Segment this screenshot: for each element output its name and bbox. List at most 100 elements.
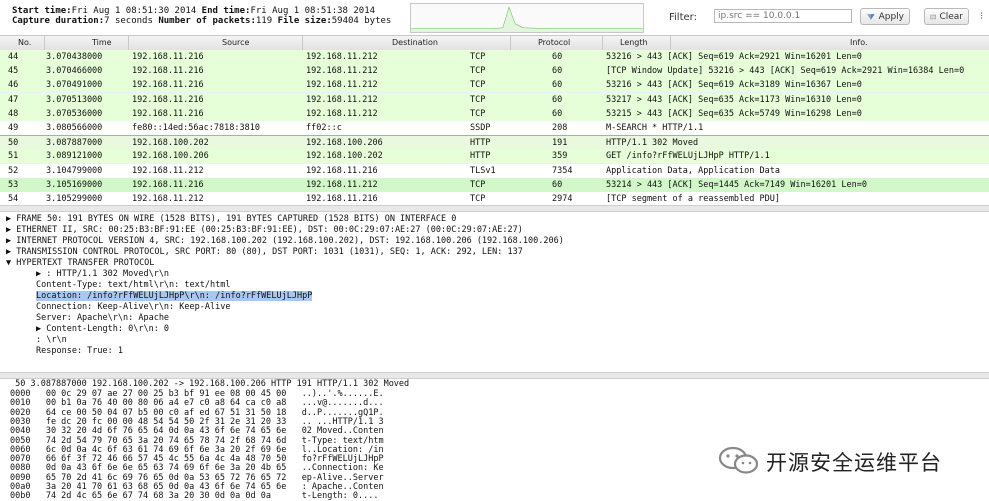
tree-tcp[interactable]: ▶ TRANSMISSION CONTROL PROTOCOL, SRC POR… xyxy=(6,247,523,257)
filesize-label: File size: xyxy=(277,16,332,26)
row-info: 53214 > 443 [ACK] Seq=1445 Ack=7149 Win=… xyxy=(606,179,867,190)
row-destination: 192.168.11.212 xyxy=(306,66,378,77)
capture-stats: Capture duration:7 seconds Number of pac… xyxy=(12,16,391,26)
hex-line[interactable]: 00b0 74 2d 4c 65 6e 67 74 68 3a 20 30 0d… xyxy=(10,491,378,501)
packet-row[interactable]: 46 3.070491000 192.168.11.216 192.168.11.21… xyxy=(0,78,989,94)
row-no: 49 xyxy=(8,123,19,133)
row-no: 54 xyxy=(8,194,19,204)
tcp-text: TRANSMISSION CONTROL PROTOCOL, SRC PORT:… xyxy=(16,247,523,257)
row-destination: 192.168.11.212 xyxy=(306,80,378,91)
apply-icon xyxy=(866,13,875,20)
row-destination: 192.168.11.212 xyxy=(306,108,378,119)
row-length: 191 xyxy=(552,138,568,149)
row-info: GET /info?rFfWELUjLJHpP HTTP/1.1 xyxy=(606,151,770,162)
filter-input[interactable] xyxy=(714,9,852,23)
http-status-line[interactable]: ▶ : HTTP/1.1 302 Moved\r\n xyxy=(36,269,169,279)
row-source: 192.168.11.212 xyxy=(132,165,204,176)
row-protocol: TCP xyxy=(470,52,486,62)
row-source: 192.168.11.216 xyxy=(132,108,204,119)
packets-value: 119 xyxy=(255,16,273,26)
col-protocol[interactable]: Protocol xyxy=(538,38,570,47)
row-no: 46 xyxy=(8,80,19,91)
tree-http[interactable]: ▼ HYPERTEXT TRANSFER PROTOCOL xyxy=(6,258,154,268)
row-protocol: TCP xyxy=(470,194,486,204)
packet-row[interactable]: 52 3.104799000 192.168.11.212 192.168.11.21… xyxy=(0,163,989,179)
http-response-flag[interactable]: Response: True: 1 xyxy=(36,346,123,356)
row-time: 3.104799000 xyxy=(46,165,103,176)
tree-frame[interactable]: ▶ FRAME 50: 191 BYTES ON WIRE (1528 BITS… xyxy=(6,214,456,224)
filesize-value: 59404 bytes xyxy=(331,16,392,26)
row-length: 208 xyxy=(552,123,568,133)
col-destination[interactable]: Destination xyxy=(392,38,438,47)
row-no: 52 xyxy=(8,165,19,176)
start-time-value: Fri Aug 1 08:51:30 2014 xyxy=(71,6,197,16)
row-source: 192.168.11.212 xyxy=(132,194,204,204)
packet-row[interactable]: 51 3.089121000 192.168.100.206 192.168.100.… xyxy=(0,149,989,165)
apply-button[interactable]: Apply xyxy=(860,8,910,25)
http-crlf[interactable]: : \r\n xyxy=(36,335,67,345)
row-time: 3.070536000 xyxy=(46,108,103,119)
row-info: HTTP/1.1 302 Moved xyxy=(606,138,699,149)
row-length: 60 xyxy=(552,52,563,62)
row-protocol: TCP xyxy=(470,94,486,105)
row-time: 3.089121000 xyxy=(46,151,103,162)
row-source: 192.168.11.216 xyxy=(132,94,204,105)
packet-row[interactable]: 47 3.070513000 192.168.11.216 192.168.11.21… xyxy=(0,92,989,108)
traffic-sparkline xyxy=(410,3,644,33)
more-options-icon[interactable]: ⁝ xyxy=(980,11,983,22)
http-content-length[interactable]: ▶ Content-Length: 0\r\n: 0 xyxy=(36,324,169,334)
row-protocol: HTTP xyxy=(470,138,491,149)
col-no[interactable]: No. xyxy=(18,38,31,47)
clear-button[interactable]: Clear xyxy=(924,8,969,25)
row-time: 3.070438000 xyxy=(46,52,103,62)
end-time-value: Fri Aug 1 08:51:38 2014 xyxy=(250,6,376,16)
row-destination: 192.168.11.216 xyxy=(306,165,378,176)
packet-details-pane: ▶ FRAME 50: 191 BYTES ON WIRE (1528 BITS… xyxy=(0,214,989,374)
packet-row[interactable]: 49 3.080566000 fe80::14ed:56ac:7818:3810 ff… xyxy=(0,121,989,136)
duration-label: Capture duration: xyxy=(12,16,105,26)
row-time: 3.087887000 xyxy=(46,138,103,149)
tree-ip[interactable]: ▶ INTERNET PROTOCOL VERSION 4, SRC: 192.… xyxy=(6,236,564,246)
apply-label: Apply xyxy=(878,11,904,22)
http-content-type[interactable]: Content-Type: text/html\r\n: text/html xyxy=(36,280,230,290)
packet-row[interactable]: 45 3.070466000 192.168.11.216 192.168.11.21… xyxy=(0,64,989,80)
col-source[interactable]: Source xyxy=(222,38,249,47)
row-source: 192.168.11.216 xyxy=(132,80,204,91)
row-no: 51 xyxy=(8,151,19,162)
row-protocol: TCP xyxy=(470,108,486,119)
col-info[interactable]: Info. xyxy=(850,38,868,47)
row-length: 7354 xyxy=(552,165,573,176)
packet-row[interactable]: 53 3.105169000 192.168.11.216 192.168.11.21… xyxy=(0,177,989,193)
duration-value: 7 seconds xyxy=(104,16,153,26)
end-time-label: End time: xyxy=(201,6,251,16)
row-length: 359 xyxy=(552,151,568,162)
packet-row[interactable]: 48 3.070536000 192.168.11.216 192.168.11.21… xyxy=(0,106,989,122)
row-time: 3.080566000 xyxy=(46,123,103,133)
ip-text: INTERNET PROTOCOL VERSION 4, SRC: 192.16… xyxy=(16,236,564,246)
row-source: 192.168.100.206 xyxy=(132,151,209,162)
row-info: 53215 > 443 [ACK] Seq=635 Ack=5749 Win=1… xyxy=(606,108,862,119)
row-protocol: TLSv1 xyxy=(470,165,496,176)
pane-splitter-bottom[interactable] xyxy=(0,372,989,379)
pane-splitter-top[interactable] xyxy=(0,205,989,212)
col-length[interactable]: Length xyxy=(620,38,648,47)
http-connection[interactable]: Connection: Keep-Alive\r\n: Keep-Alive xyxy=(36,302,230,312)
http-location[interactable]: Location: /info?rFfWELUjLJHpP\r\n: /info… xyxy=(36,291,313,301)
row-source: 192.168.11.216 xyxy=(132,66,204,77)
row-no: 47 xyxy=(8,94,19,105)
tree-ethernet[interactable]: ▶ ETHERNET II, SRC: 00:25:B3:BF:91:EE (0… xyxy=(6,225,523,235)
row-time: 3.070513000 xyxy=(46,94,103,105)
http-server[interactable]: Server: Apache\r\n: Apache xyxy=(36,313,169,323)
row-length: 2974 xyxy=(552,194,573,204)
hex-summary: 50 3.087887000 192.168.100.202 -> 192.16… xyxy=(10,379,410,389)
row-destination: 192.168.100.202 xyxy=(306,151,383,162)
row-source: 192.168.11.216 xyxy=(132,179,204,190)
packet-row[interactable]: 44 3.070438000 192.168.11.216 192.168.11.21… xyxy=(0,50,989,65)
hex-dump-pane: 50 3.087887000 192.168.100.202 -> 192.16… xyxy=(0,379,989,501)
row-info: M-SEARCH * HTTP/1.1 xyxy=(606,123,704,133)
row-time: 3.070466000 xyxy=(46,66,103,77)
row-time: 3.070491000 xyxy=(46,80,103,91)
col-time[interactable]: Time xyxy=(92,38,112,47)
row-no: 45 xyxy=(8,66,19,77)
row-time: 3.105169000 xyxy=(46,179,103,190)
